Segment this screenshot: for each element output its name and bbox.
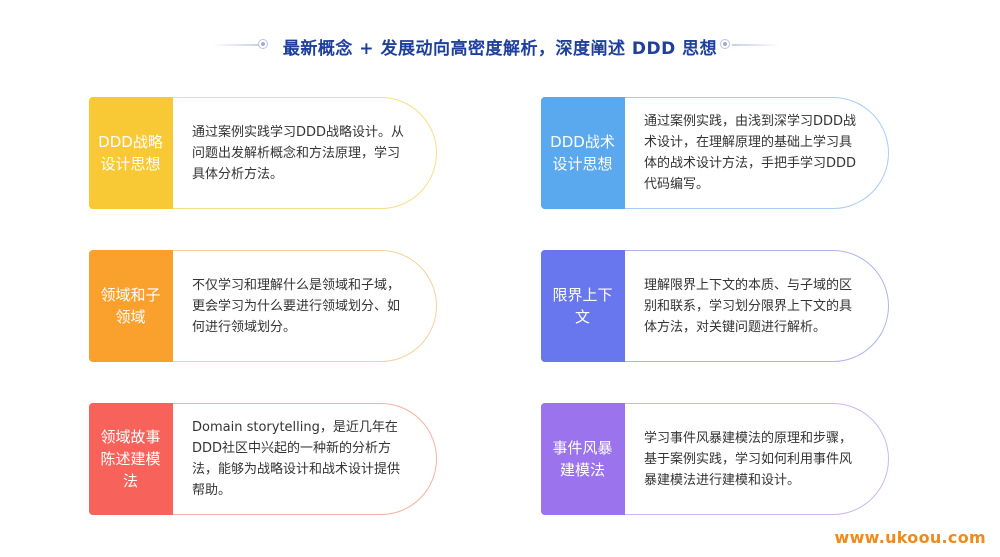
- topic-description: 通过案例实践学习DDD战略设计。从问题出发解析概念和方法原理，学习具体分析方法。: [192, 124, 405, 182]
- topic-card-domain-storytelling: 领域故事陈述建模法 Domain storytelling，是近几年在DDD社区…: [88, 402, 437, 515]
- topic-description: 理解限界上下文的本质、与子域的区别和联系，学习划分限界上下文的具体方法，对关键问…: [644, 277, 853, 335]
- topic-description: 不仅学习和理解什么是领域和子域，更会学习为什么要进行领域划分、如何进行领域划分。: [192, 277, 401, 335]
- site-watermark: www.ukoou.com: [834, 528, 986, 547]
- topic-card-event-storming: 事件风暴建模法 学习事件风暴建模法的原理和步骤，基于案例实践，学习如何利用事件风…: [540, 402, 889, 515]
- section-header: 最新概念 + 发展动向高密度解析，深度阐述 DDD 思想: [0, 30, 1000, 60]
- topic-description: Domain storytelling，是近几年在DDD社区中兴起的一种新的分析…: [192, 420, 401, 498]
- section-title: 最新概念 + 发展动向高密度解析，深度阐述 DDD 思想: [282, 39, 718, 59]
- topic-card-domain-subdomain: 领域和子领域 不仅学习和理解什么是领域和子域，更会学习为什么要进行领域划分、如何…: [88, 249, 437, 362]
- topic-card-ddd-strategic: DDD战略设计思想 通过案例实践学习DDD战略设计。从问题出发解析概念和方法原理…: [88, 96, 437, 209]
- topic-description: 学习事件风暴建模法的原理和步骤，基于案例实践，学习如何利用事件风暴建模法进行建模…: [644, 430, 853, 488]
- topic-card-ddd-tactical: DDD战术设计思想 通过案例实践，由浅到深学习DDD战术设计，在理解原理的基础上…: [540, 96, 889, 209]
- header-dot-right-icon: [720, 39, 730, 49]
- topic-description: 通过案例实践，由浅到深学习DDD战术设计，在理解原理的基础上学习具体的战术设计方…: [644, 114, 857, 192]
- topic-badge: 事件风暴建模法: [540, 402, 625, 515]
- topic-badge: DDD战略设计思想: [88, 96, 173, 209]
- topic-badge: DDD战术设计思想: [540, 96, 625, 209]
- topic-badge: 领域故事陈述建模法: [88, 402, 173, 515]
- topic-card-bounded-context: 限界上下文 理解限界上下文的本质、与子域的区别和联系，学习划分限界上下文的具体方…: [540, 249, 889, 362]
- header-line-right: [732, 44, 780, 46]
- topic-badge: 限界上下文: [540, 249, 625, 362]
- topic-badge: 领域和子领域: [88, 249, 173, 362]
